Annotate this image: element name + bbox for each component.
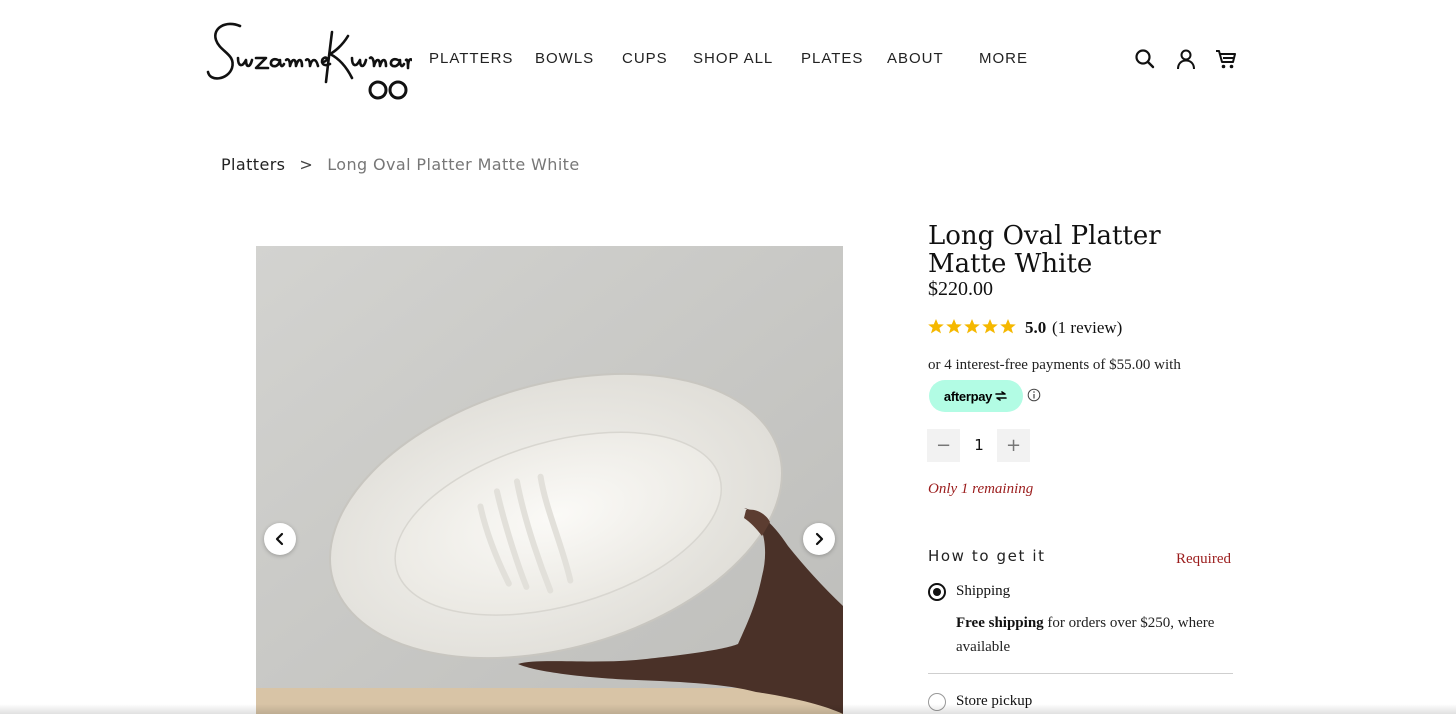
- nav-item-bowls[interactable]: BOWLS: [535, 50, 594, 67]
- nav-item-platters[interactable]: PLATTERS: [429, 50, 513, 67]
- search-icon[interactable]: [1134, 48, 1156, 70]
- shipping-radio[interactable]: [928, 583, 946, 601]
- chevron-right-icon: [815, 532, 824, 546]
- shipping-note: Free shipping for orders over $250, wher…: [956, 611, 1236, 659]
- afterpay-arrows-icon: [995, 391, 1007, 401]
- nav-item-plates[interactable]: PLATES: [801, 50, 863, 67]
- product-price: $220.00: [928, 278, 993, 300]
- chevron-left-icon: [275, 532, 284, 546]
- account-icon[interactable]: [1175, 48, 1197, 70]
- quantity-value[interactable]: 1: [968, 436, 990, 454]
- product-title: Long Oval Platter Matte White: [928, 221, 1161, 279]
- shipping-option-label[interactable]: Shipping: [956, 583, 1010, 600]
- stock-status: Only 1 remaining: [928, 481, 1034, 497]
- breadcrumb: Platters > Long Oval Platter Matte White: [221, 155, 580, 174]
- afterpay-label: afterpay: [943, 388, 993, 404]
- star-icons: [928, 319, 1016, 334]
- installments-text: or 4 interest-free payments of $55.00 wi…: [928, 357, 1181, 373]
- nav-item-about[interactable]: ABOUT: [887, 50, 944, 67]
- nav-item-cups[interactable]: CUPS: [622, 50, 668, 67]
- gallery-next-button[interactable]: [803, 523, 835, 555]
- breadcrumb-current: Long Oval Platter Matte White: [327, 155, 580, 174]
- quantity-increase-button[interactable]: +: [997, 429, 1030, 462]
- rating-stars[interactable]: [928, 318, 1018, 338]
- brand-logo[interactable]: [206, 18, 414, 102]
- review-count-link[interactable]: (1 review): [1052, 318, 1122, 338]
- afterpay-badge[interactable]: afterpay: [929, 380, 1023, 412]
- fulfillment-title: How to get it: [928, 547, 1046, 565]
- required-label: Required: [1176, 551, 1231, 567]
- nav-item-more[interactable]: MORE: [979, 50, 1028, 67]
- option-divider: [928, 673, 1233, 674]
- platter-photo: [256, 246, 843, 714]
- cart-icon[interactable]: [1215, 48, 1237, 70]
- rating-value: 5.0: [1025, 318, 1047, 337]
- store-pickup-radio[interactable]: [928, 693, 946, 711]
- info-icon[interactable]: [1027, 388, 1041, 402]
- gallery-prev-button[interactable]: [264, 523, 296, 555]
- store-pickup-option-label[interactable]: Store pickup: [956, 693, 1032, 710]
- quantity-decrease-button[interactable]: −: [927, 429, 960, 462]
- product-image[interactable]: [256, 246, 843, 714]
- breadcrumb-link-platters[interactable]: Platters: [221, 155, 285, 174]
- nav-item-shop-all[interactable]: SHOP ALL: [693, 50, 773, 67]
- free-shipping-label: Free shipping: [956, 615, 1044, 631]
- breadcrumb-separator: >: [299, 155, 314, 174]
- logo-signature: [206, 22, 414, 100]
